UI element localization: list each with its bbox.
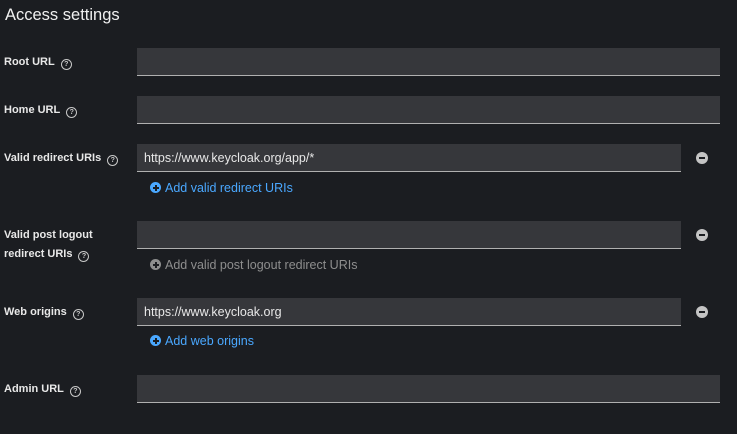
help-icon[interactable]: ? bbox=[107, 155, 119, 166]
post-logout-label-line1: Valid post logout bbox=[4, 229, 93, 241]
valid-redirect-input[interactable]: https://www.keycloak.org/app/* bbox=[137, 144, 681, 172]
minus-circle-icon[interactable] bbox=[696, 306, 708, 318]
help-icon[interactable]: ? bbox=[66, 107, 78, 118]
add-post-logout-button[interactable]: Add valid post logout redirect URIs bbox=[150, 257, 357, 273]
add-web-origins-button[interactable]: Add web origins bbox=[150, 333, 254, 349]
minus-circle-icon[interactable] bbox=[696, 229, 708, 241]
help-icon[interactable]: ? bbox=[69, 386, 81, 397]
web-origins-input[interactable]: https://www.keycloak.org bbox=[137, 298, 681, 326]
help-icon[interactable]: ? bbox=[72, 309, 84, 320]
minus-circle-icon[interactable] bbox=[696, 152, 708, 164]
plus-circle-icon bbox=[150, 335, 161, 346]
root-url-input[interactable] bbox=[137, 48, 720, 76]
web-origins-label: Web origins bbox=[4, 306, 67, 318]
home-url-label: Home URL bbox=[4, 104, 61, 116]
post-logout-label-line2: redirect URIs bbox=[4, 248, 73, 260]
admin-url-input[interactable] bbox=[137, 375, 720, 403]
section-title: Access settings bbox=[5, 6, 120, 24]
home-url-input[interactable] bbox=[137, 96, 720, 124]
plus-circle-icon bbox=[150, 259, 161, 270]
help-icon[interactable]: ? bbox=[60, 59, 72, 70]
help-icon[interactable]: ? bbox=[78, 251, 90, 262]
plus-circle-icon bbox=[150, 182, 161, 193]
admin-url-label: Admin URL bbox=[4, 383, 64, 395]
add-valid-redirect-button[interactable]: Add valid redirect URIs bbox=[150, 180, 293, 196]
post-logout-input[interactable] bbox=[137, 221, 681, 249]
root-url-label: Root URL bbox=[4, 56, 55, 68]
valid-redirect-label: Valid redirect URIs bbox=[4, 152, 102, 164]
